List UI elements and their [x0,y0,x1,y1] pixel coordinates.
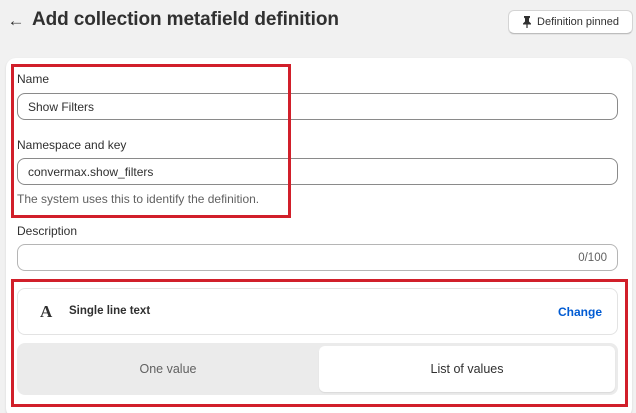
name-input-value: Show Filters [28,99,95,114]
namespace-key-help-text: The system uses this to identify the def… [17,192,260,206]
change-type-link[interactable]: Change [558,305,602,319]
description-input[interactable]: 0/100 [17,244,618,271]
back-button[interactable]: ← [6,10,26,32]
arrow-left-icon: ← [7,11,25,30]
value-mode-segmented-control: One value List of values [17,343,618,395]
type-label: Single line text [69,305,151,317]
type-selector: A Single line text Change [17,288,618,335]
page-root: ← Add collection metafield definition De… [0,0,636,413]
pin-icon [523,16,532,28]
name-input[interactable]: Show Filters [17,93,618,120]
description-counter: 0/100 [578,251,607,264]
text-type-icon: A [40,302,53,321]
pin-button-label: Definition pinned [537,16,619,28]
definition-pinned-button[interactable]: Definition pinned [508,10,633,34]
list-of-values-option[interactable]: List of values [319,346,615,392]
one-value-option[interactable]: One value [20,346,316,392]
description-label: Description [17,224,78,238]
page-title: Add collection metafield definition [32,9,339,30]
namespace-key-value: convermax.show_filters [28,164,154,179]
namespace-key-label: Namespace and key [17,138,127,152]
namespace-key-input[interactable]: convermax.show_filters [17,158,618,185]
name-label: Name [17,72,50,86]
